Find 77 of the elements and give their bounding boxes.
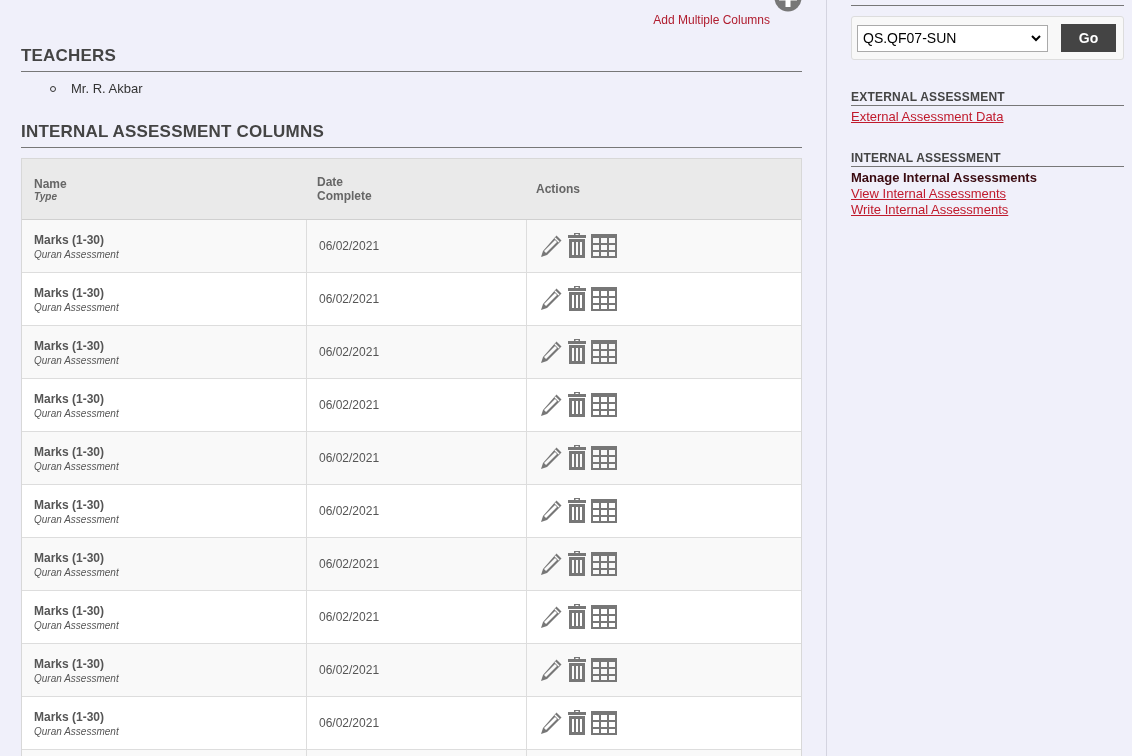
column-subheader: Type xyxy=(34,190,58,202)
trash-icon[interactable] xyxy=(567,710,587,736)
date-cell-text: 06/02/2021 xyxy=(319,557,381,571)
trash-icon[interactable] xyxy=(567,339,587,365)
trash-icon[interactable] xyxy=(567,498,587,524)
date-cell-text: 06/02/2021 xyxy=(319,663,381,677)
trash-icon[interactable] xyxy=(567,233,587,259)
date-cell-text: 06/02/2021 xyxy=(319,345,381,359)
column-name: Marks (1-30) xyxy=(34,444,106,459)
date-cell-text: 06/02/2021 xyxy=(319,451,381,465)
sidebar-link[interactable]: Write Internal Assessments xyxy=(851,202,1009,218)
column-name: Marks (1-30) xyxy=(34,550,106,565)
column-type: Quran Assessment xyxy=(34,460,120,472)
table-icon[interactable] xyxy=(591,234,617,258)
column-type: Quran Assessment xyxy=(34,407,120,419)
column-type: Quran Assessment xyxy=(34,619,120,631)
date-cell-text: 06/02/2021 xyxy=(319,504,381,518)
pencil-icon[interactable] xyxy=(539,340,563,364)
pencil-icon[interactable] xyxy=(539,711,563,735)
column-name: Marks (1-30) xyxy=(34,497,106,512)
table-icon[interactable] xyxy=(591,340,617,364)
column-name: Marks (1-30) xyxy=(34,709,106,724)
column-name: Marks (1-30) xyxy=(34,603,106,618)
column-name: Marks (1-30) xyxy=(34,391,106,406)
sidebar-link[interactable]: Manage Internal Assessments xyxy=(851,170,1037,186)
sidebar-link[interactable]: View Internal Assessments xyxy=(851,186,1007,202)
column-header: Name xyxy=(34,176,68,191)
column-name: Marks (1-30) xyxy=(34,232,106,247)
column-name: Marks (1-30) xyxy=(34,338,106,353)
pencil-icon[interactable] xyxy=(539,234,563,258)
add-columns-link[interactable]: Add Multiple Columns xyxy=(653,13,770,27)
table-icon[interactable] xyxy=(591,287,617,311)
section-heading: TEACHERS xyxy=(21,46,117,66)
sidebar-link[interactable]: External Assessment Data xyxy=(851,109,1004,125)
table-icon[interactable] xyxy=(591,393,617,417)
trash-icon[interactable] xyxy=(567,286,587,312)
pencil-icon[interactable] xyxy=(539,605,563,629)
trash-icon[interactable] xyxy=(567,392,587,418)
column-type: Quran Assessment xyxy=(34,513,120,525)
class-select[interactable]: QS.QF07-SUN xyxy=(857,24,1048,52)
date-cell-text: 06/02/2021 xyxy=(319,292,381,306)
teacher-name: Mr. R. Akbar xyxy=(71,81,143,96)
date-cell-text: 06/02/2021 xyxy=(319,398,381,412)
column-name: Marks (1-30) xyxy=(34,285,106,300)
trash-icon[interactable] xyxy=(567,657,587,683)
pencil-icon[interactable] xyxy=(539,446,563,470)
table-icon[interactable] xyxy=(591,552,617,576)
pencil-icon[interactable] xyxy=(539,552,563,576)
column-type: Quran Assessment xyxy=(34,248,120,260)
column-type: Quran Assessment xyxy=(34,301,120,313)
column-type: Quran Assessment xyxy=(34,354,120,366)
caret-icon xyxy=(1031,34,1041,42)
pencil-icon[interactable] xyxy=(539,658,563,682)
pencil-icon[interactable] xyxy=(539,287,563,311)
go-button[interactable]: Go xyxy=(1061,24,1116,52)
column-type: Quran Assessment xyxy=(34,672,120,684)
sidebar-heading: EXTERNAL ASSESSMENT xyxy=(851,90,1005,104)
date-cell-text: 06/02/2021 xyxy=(319,239,381,253)
table-icon[interactable] xyxy=(591,446,617,470)
column-type: Quran Assessment xyxy=(34,566,120,578)
trash-icon[interactable] xyxy=(567,604,587,630)
trash-icon[interactable] xyxy=(567,551,587,577)
pencil-icon[interactable] xyxy=(539,393,563,417)
table-icon[interactable] xyxy=(591,605,617,629)
column-header: Actions xyxy=(536,182,581,196)
table-icon[interactable] xyxy=(591,658,617,682)
pencil-icon[interactable] xyxy=(539,499,563,523)
table-icon[interactable] xyxy=(591,711,617,735)
table-icon[interactable] xyxy=(591,499,617,523)
column-header: Date Complete xyxy=(317,175,373,203)
date-cell-text: 06/02/2021 xyxy=(319,610,381,624)
sidebar-heading: INTERNAL ASSESSMENT xyxy=(851,151,1001,165)
column-type: Quran Assessment xyxy=(34,725,120,737)
column-name: Marks (1-30) xyxy=(34,656,106,671)
trash-icon[interactable] xyxy=(567,445,587,471)
date-cell-text: 06/02/2021 xyxy=(319,716,381,730)
section-heading: INTERNAL ASSESSMENT COLUMNS xyxy=(21,122,324,142)
